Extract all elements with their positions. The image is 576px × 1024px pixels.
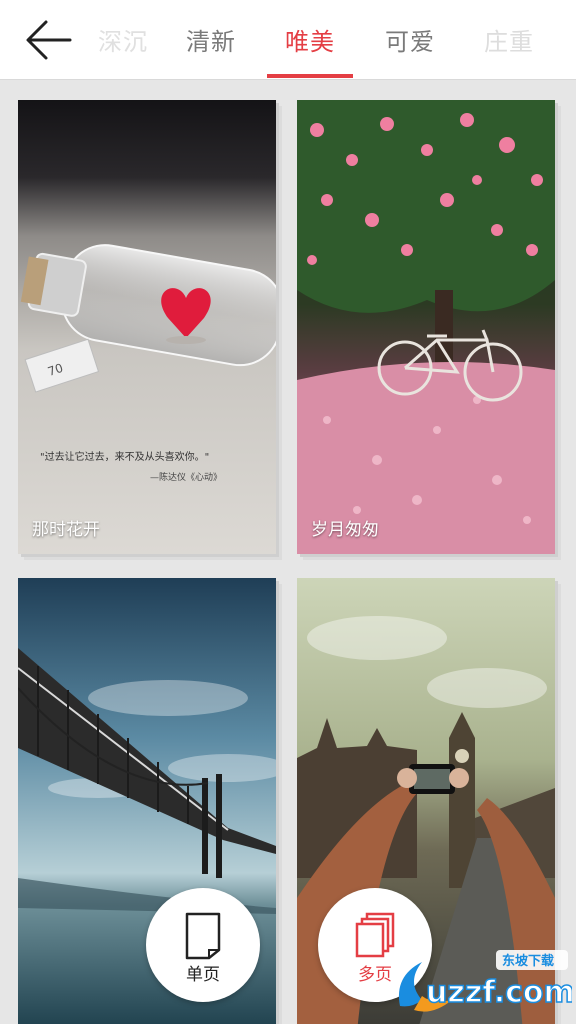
multi-page-icon xyxy=(355,912,395,958)
active-tab-indicator xyxy=(267,74,353,78)
template-card-bottle[interactable]: 70 "过去让它过去，来不及从头喜欢你。" —陈达仪《心动》 那时花开 xyxy=(18,100,276,554)
tab-shenchen[interactable]: 深沉 xyxy=(98,22,148,57)
watermark-main-text: uzzf.com xyxy=(426,975,572,1010)
site-watermark-logo: 东坡下载 uzzf.com xyxy=(398,950,572,1012)
single-page-label: 单页 xyxy=(186,965,220,985)
card-caption: 那时花开 xyxy=(32,520,100,540)
tab-zhuangzhong[interactable]: 庄重 xyxy=(484,22,534,57)
single-page-icon xyxy=(185,912,221,960)
top-bar: 深沉 清新 唯美 可爱 庄重 xyxy=(0,0,576,80)
card-quote-line-2: —陈达仪《心动》 xyxy=(150,471,222,483)
tab-keai[interactable]: 可爱 xyxy=(385,22,435,57)
bottle-heart-image: 70 "过去让它过去，来不及从头喜欢你。" —陈达仪《心动》 xyxy=(18,100,276,554)
bicycle-flowers-image xyxy=(297,100,555,554)
watermark-top-text: 东坡下载 xyxy=(502,953,554,969)
card-quote-line-1: "过去让它过去，来不及从头喜欢你。" xyxy=(40,450,209,463)
category-tabs: 深沉 清新 唯美 可爱 庄重 xyxy=(84,0,576,80)
arrow-left-icon[interactable] xyxy=(20,18,76,62)
card-caption: 岁月匆匆 xyxy=(311,520,379,540)
template-card-bicycle[interactable]: 岁月匆匆 xyxy=(297,100,555,554)
tab-weimei[interactable]: 唯美 xyxy=(285,22,335,57)
single-page-button[interactable]: 单页 xyxy=(146,888,260,1002)
tab-qingxin[interactable]: 清新 xyxy=(186,22,236,57)
